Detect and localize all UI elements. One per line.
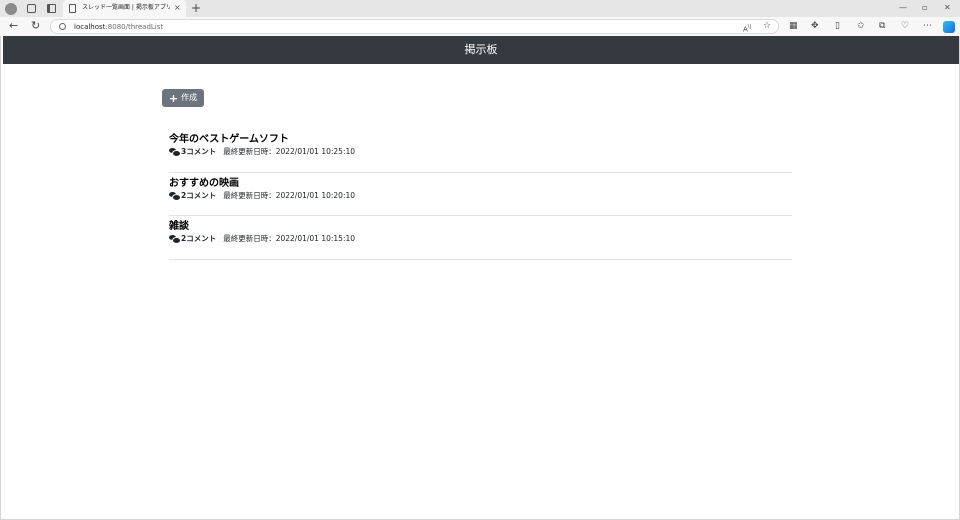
favorites-icon[interactable]: ✩ <box>857 20 865 33</box>
address-bar[interactable]: localhost:8080/threadList A\) ☆ <box>50 19 779 34</box>
thread-meta: 2コメント 最終更新日時：2022/01/01 10:15:10 <box>169 234 792 244</box>
puzzle-icon[interactable]: ✥ <box>811 20 819 33</box>
last-updated: 最終更新日時：2022/01/01 10:25:10 <box>223 147 356 156</box>
plus-icon: + <box>168 91 179 105</box>
browser-essentials-icon[interactable]: ♡ <box>901 20 909 33</box>
favorite-icon[interactable]: ☆ <box>763 20 771 33</box>
browser-tab-bar: スレッド一覧画面 | 掲示板アプリ × + — ▫ ✕ <box>0 0 960 17</box>
thread-item[interactable]: おすすめの映画 2コメント 最終更新日時：2022/01/01 10:20:10 <box>169 173 792 216</box>
minimize-button[interactable]: — <box>899 2 907 14</box>
thread-meta: 2コメント 最終更新日時：2022/01/01 10:20:10 <box>169 191 792 201</box>
comments-icon <box>169 148 181 157</box>
last-updated: 最終更新日時：2022/01/01 10:15:10 <box>223 234 356 243</box>
comment-count: 2コメント <box>181 190 217 200</box>
last-updated: 最終更新日時：2022/01/01 10:20:10 <box>223 190 356 200</box>
active-tab[interactable]: スレッド一覧画面 | 掲示板アプリ × <box>63 0 186 17</box>
navbar: 掲示板 <box>3 36 959 64</box>
page-title[interactable]: 掲示板 <box>465 43 498 57</box>
thread-item[interactable]: 今年のベストゲームソフト 3コメント 最終更新日時：2022/01/01 10:… <box>169 129 792 173</box>
comments-icon <box>169 235 181 244</box>
profile-icon[interactable] <box>5 3 17 15</box>
tab-title: スレッド一覧画面 | 掲示板アプリ <box>82 4 170 11</box>
split-screen-icon[interactable]: ▯ <box>835 20 840 33</box>
thread-title[interactable]: おすすめの映画 <box>169 177 792 190</box>
browser-toolbar: ← ↻ localhost:8080/threadList A\) ☆ ▦ ✥ … <box>0 17 960 36</box>
url-path: :8080/threadList <box>105 23 164 31</box>
create-thread-button[interactable]: + 作成 <box>162 89 204 107</box>
close-tab-icon[interactable]: × <box>174 2 181 14</box>
workspaces-icon[interactable] <box>27 4 36 13</box>
read-aloud-icon[interactable]: A\) <box>743 21 751 36</box>
comment-count: 3コメント <box>181 147 217 156</box>
page-icon <box>69 4 76 13</box>
tab-actions-icon[interactable] <box>47 4 56 13</box>
thread-title[interactable]: 今年のベストゲームソフト <box>169 133 792 146</box>
maximize-button[interactable]: ▫ <box>922 2 927 14</box>
more-icon[interactable]: ⋯ <box>923 20 932 33</box>
url-host: localhost <box>74 23 106 31</box>
url-text[interactable]: localhost:8080/threadList <box>74 22 163 32</box>
new-tab-button[interactable]: + <box>191 1 201 15</box>
thread-title[interactable]: 雑談 <box>169 220 792 233</box>
copilot-icon[interactable] <box>943 21 955 33</box>
page-viewport: 掲示板 + 作成 今年のベストゲームソフト 3コメント 最終更新日時：2022/… <box>0 36 960 520</box>
thread-list: 今年のベストゲームソフト 3コメント 最終更新日時：2022/01/01 10:… <box>169 129 792 260</box>
extensions-icon[interactable]: ▦ <box>789 20 798 33</box>
create-button-label: 作成 <box>181 93 198 102</box>
comments-icon <box>169 191 181 201</box>
thread-item[interactable]: 雑談 2コメント 最終更新日時：2022/01/01 10:15:10 <box>169 216 792 260</box>
close-window-button[interactable]: ✕ <box>944 2 951 14</box>
site-info-icon[interactable] <box>59 23 66 30</box>
thread-meta: 3コメント 最終更新日時：2022/01/01 10:25:10 <box>169 147 792 157</box>
collections-icon[interactable]: ⧉ <box>879 20 885 33</box>
refresh-icon[interactable]: ↻ <box>31 19 40 32</box>
comment-count: 2コメント <box>181 234 217 243</box>
back-icon[interactable]: ← <box>9 19 18 32</box>
